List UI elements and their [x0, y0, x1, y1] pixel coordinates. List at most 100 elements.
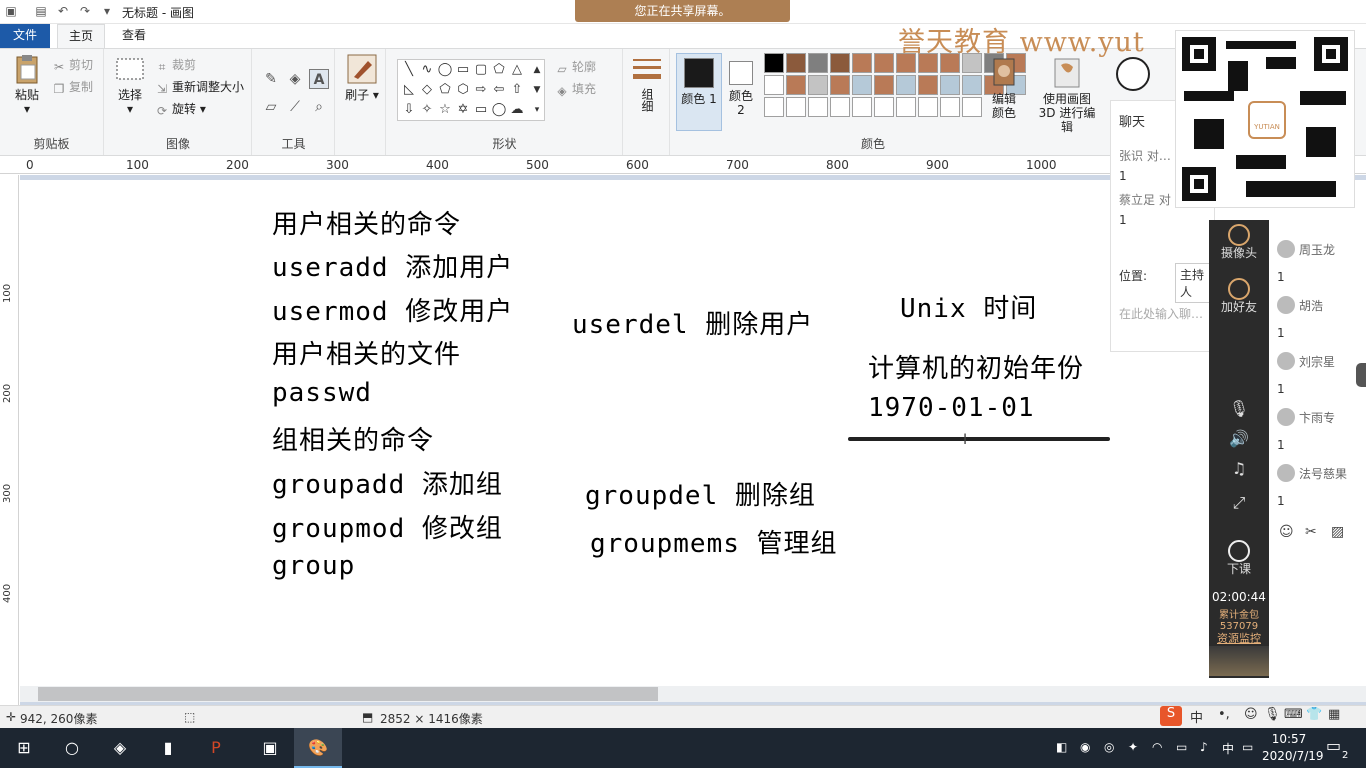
color2-button[interactable]: 颜色 2 [724, 57, 758, 117]
tray-icon-3[interactable]: ◎ [1104, 740, 1114, 754]
color-swatch[interactable] [896, 75, 916, 95]
color-swatch[interactable] [896, 97, 916, 117]
clock[interactable]: 10:57 2020/7/19 [1262, 731, 1324, 765]
pencil-icon[interactable]: ✎ [261, 69, 281, 89]
color-swatch[interactable] [852, 75, 872, 95]
add-friend-button[interactable]: 加好友 [1209, 278, 1269, 314]
four-point-star-shape-icon[interactable]: ✧ [418, 101, 436, 119]
eraser-icon[interactable]: ▱ [261, 97, 281, 117]
punctuation-icon[interactable]: •, [1218, 707, 1230, 722]
paint3d-button[interactable]: 使用画图 3D 进行编辑 [1032, 57, 1102, 134]
taskbar-app-paint[interactable]: 🎨 [294, 728, 342, 768]
color-swatch[interactable] [940, 75, 960, 95]
undo-icon[interactable]: ↶ [56, 4, 70, 18]
color-swatch[interactable] [808, 53, 828, 73]
magnifier-icon[interactable]: ⌕ [309, 97, 329, 117]
curve-shape-icon[interactable]: ∿ [418, 61, 436, 79]
paste-dropdown-icon[interactable]: ▾ [24, 102, 30, 116]
scrollbar-thumb[interactable] [38, 687, 658, 701]
crop-button[interactable]: ⌗ 裁剪 [155, 57, 196, 74]
color-swatch[interactable] [830, 53, 850, 73]
camera-button[interactable]: 摄像头 [1209, 224, 1269, 260]
color-swatch[interactable] [874, 53, 894, 73]
taskbar-app-cube[interactable]: ◈ [96, 728, 144, 768]
color-swatch[interactable] [786, 97, 806, 117]
text-tool-icon[interactable]: A [309, 69, 329, 89]
six-point-star-shape-icon[interactable]: ✡ [454, 101, 472, 119]
tray-icon-2[interactable]: ◉ [1080, 740, 1090, 754]
keyboard-ime-icon[interactable]: ⌨ [1284, 707, 1303, 722]
cloud-callout-shape-icon[interactable]: ☁ [508, 101, 526, 119]
attendee-item[interactable]: 刘宗星 1 [1277, 352, 1366, 396]
select-button[interactable]: 选择 ▾ [113, 53, 147, 116]
toolbox-ime-icon[interactable]: ▦ [1328, 707, 1340, 722]
tab-file[interactable]: 文件 [0, 24, 50, 48]
right-triangle-shape-icon[interactable]: ◺ [400, 81, 418, 99]
rectangle-shape-icon[interactable]: ▭ [454, 61, 472, 79]
voice-ime-icon[interactable]: 🎙 [1264, 707, 1281, 722]
color-swatch[interactable] [852, 53, 872, 73]
resize-button[interactable]: ⇲ 重新调整大小 [155, 79, 244, 96]
oval-shape-icon[interactable]: ◯ [436, 61, 454, 79]
down-arrow-shape-icon[interactable]: ⇩ [400, 101, 418, 119]
color-swatch[interactable] [808, 97, 828, 117]
horizontal-scrollbar[interactable] [20, 686, 1366, 702]
color-swatch[interactable] [830, 75, 850, 95]
side-collapse-handle[interactable] [1356, 363, 1366, 387]
resource-monitor-link[interactable]: 资源监控 [1209, 632, 1269, 646]
color-swatch[interactable] [874, 75, 894, 95]
attendee-item[interactable]: 法号慈果 1 [1277, 464, 1366, 508]
tab-view[interactable]: 查看 [112, 24, 156, 48]
scissors-screenshot-icon[interactable]: ✂ [1305, 524, 1317, 540]
search-button[interactable]: ○ [48, 728, 96, 768]
color-swatch[interactable] [918, 97, 938, 117]
taskbar-app-powerpoint[interactable]: P [192, 728, 240, 768]
size-button[interactable]: 组细 [628, 53, 666, 115]
right-arrow-shape-icon[interactable]: ⇨ [472, 81, 490, 99]
color-swatch[interactable] [918, 75, 938, 95]
polygon-shape-icon[interactable]: ⬠ [490, 61, 508, 79]
fill-bucket-icon[interactable]: ◈ [285, 69, 305, 89]
fullscreen-icon[interactable]: ⤢ [1209, 495, 1269, 511]
shapes-scroll-up-icon[interactable]: ▲ [528, 61, 546, 79]
color-swatch[interactable] [852, 97, 872, 117]
diamond-shape-icon[interactable]: ◇ [418, 81, 436, 99]
volume-icon[interactable]: ♪ [1200, 740, 1208, 754]
shapes-scroll-down-icon[interactable]: ▼ [528, 81, 546, 99]
color-swatch[interactable] [830, 97, 850, 117]
color-swatch[interactable] [764, 53, 784, 73]
tray-icon-4[interactable]: ✦ [1128, 740, 1138, 754]
taskbar-app-file[interactable]: ▮ [144, 728, 192, 768]
tray-ime[interactable]: 中 [1222, 740, 1234, 757]
triangle-shape-icon[interactable]: △ [508, 61, 526, 79]
rect-callout-shape-icon[interactable]: ▭ [472, 101, 490, 119]
color-swatch[interactable] [764, 75, 784, 95]
shapes-gallery[interactable]: ╲ ∿ ◯ ▭ ▢ ⬠ △ ◺ ◇ ⬠ ⬡ ⇨ ⇦ ⇧ ⇩ ✧ ☆ ✡ ▭ ◯ [397, 59, 545, 121]
product-alert-icon[interactable] [1116, 57, 1150, 91]
taskbar-app-viewer[interactable]: ▣ [246, 728, 294, 768]
five-point-star-shape-icon[interactable]: ☆ [436, 101, 454, 119]
battery-icon[interactable]: ▭ [1176, 740, 1187, 754]
ime-indicator-icon[interactable]: ▭ [1242, 740, 1253, 754]
brushes-button[interactable]: 刷子 ▾ [342, 53, 382, 102]
color-swatch[interactable] [808, 75, 828, 95]
outline-button[interactable]: ▱ 轮廓 [555, 59, 596, 76]
quick-access-dropdown-icon[interactable]: ▾ [100, 4, 114, 18]
wifi-icon[interactable]: ◠ [1152, 740, 1162, 754]
color1-button[interactable]: 颜色 1 [676, 53, 722, 131]
fill-button[interactable]: ◈ 填充 [555, 81, 596, 98]
image-send-icon[interactable]: ▨ [1331, 524, 1344, 540]
copy-button[interactable]: ❐ 复制 [52, 79, 93, 96]
color-swatch[interactable] [764, 97, 784, 117]
edit-colors-button[interactable]: 编辑颜色 [986, 57, 1022, 120]
shapes-expand-icon[interactable]: ▾ [528, 101, 546, 119]
oval-callout-shape-icon[interactable]: ◯ [490, 101, 508, 119]
line-shape-icon[interactable]: ╲ [400, 61, 418, 79]
emoji-icon[interactable]: ☺ [1279, 524, 1294, 540]
music-icon[interactable]: ♫ [1209, 461, 1269, 477]
left-arrow-shape-icon[interactable]: ⇦ [490, 81, 508, 99]
color-swatch[interactable] [962, 97, 982, 117]
rounded-rect-shape-icon[interactable]: ▢ [472, 61, 490, 79]
color-swatch[interactable] [962, 75, 982, 95]
select-dropdown-icon[interactable]: ▾ [127, 102, 133, 116]
